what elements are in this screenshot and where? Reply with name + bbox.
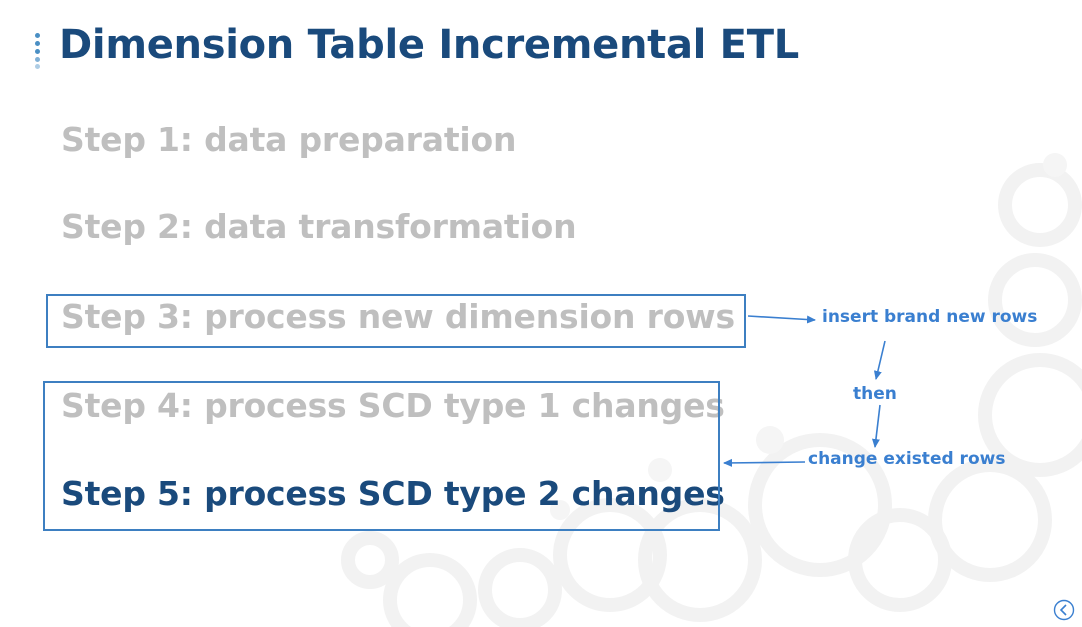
step-3-highlight-box [46,294,746,348]
annotation-change-existed-rows: change existed rows [808,449,1006,469]
slide: Dimension Table Incremental ETL Step 1: … [0,0,1082,627]
annotation-then: then [853,384,897,404]
slide-title: Dimension Table Incremental ETL [59,22,799,68]
vertical-dots-icon [34,33,42,73]
steps-4-5-highlight-box [43,381,720,531]
annotation-insert-brand-new-rows: insert brand new rows [822,307,1038,327]
step-2: Step 2: data transformation [61,207,577,246]
back-arrow-circle-icon[interactable] [1053,599,1075,621]
step-1: Step 1: data preparation [61,120,517,159]
